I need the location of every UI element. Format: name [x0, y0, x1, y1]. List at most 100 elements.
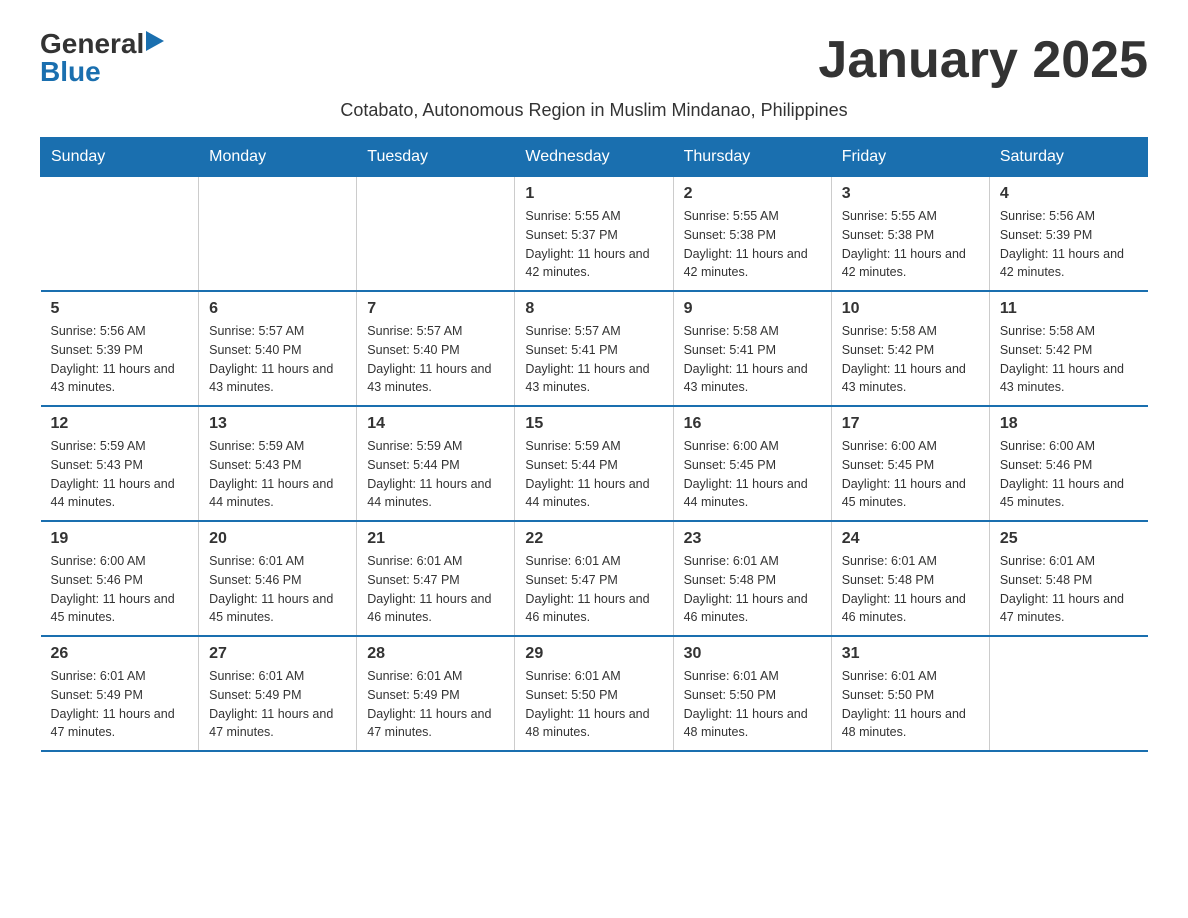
- day-info: Sunrise: 6:01 AMSunset: 5:46 PMDaylight:…: [209, 552, 346, 627]
- day-info: Sunrise: 6:01 AMSunset: 5:49 PMDaylight:…: [51, 667, 189, 742]
- day-number: 21: [367, 530, 504, 548]
- calendar-cell: 24Sunrise: 6:01 AMSunset: 5:48 PMDayligh…: [831, 521, 989, 636]
- calendar-cell: 16Sunrise: 6:00 AMSunset: 5:45 PMDayligh…: [673, 406, 831, 521]
- day-number: 23: [684, 530, 821, 548]
- day-number: 5: [51, 300, 189, 318]
- calendar-week-row: 12Sunrise: 5:59 AMSunset: 5:43 PMDayligh…: [41, 406, 1148, 521]
- day-number: 26: [51, 645, 189, 663]
- calendar-cell: [199, 177, 357, 292]
- day-number: 2: [684, 185, 821, 203]
- day-number: 29: [525, 645, 662, 663]
- logo-general: General: [40, 30, 144, 58]
- day-number: 17: [842, 415, 979, 433]
- day-number: 24: [842, 530, 979, 548]
- calendar-cell: 30 Sunrise: 6:01 AMSunset: 5:50 PMDayligh…: [673, 636, 831, 751]
- day-number: 18: [1000, 415, 1138, 433]
- calendar-cell: 2 Sunrise: 5:55 AMSunset: 5:38 PMDaylight…: [673, 177, 831, 292]
- day-number: 27: [209, 645, 346, 663]
- calendar-cell: 15Sunrise: 5:59 AMSunset: 5:44 PMDayligh…: [515, 406, 673, 521]
- month-title: January 2025: [818, 30, 1148, 90]
- calendar-header-row: SundayMondayTuesdayWednesdayThursdayFrid…: [41, 138, 1148, 177]
- day-number: 1: [525, 185, 662, 203]
- day-info: Sunrise: 6:01 AMSunset: 5:50 PMDaylight:…: [684, 667, 821, 742]
- day-number: 30: [684, 645, 821, 663]
- day-number: 9: [684, 300, 821, 318]
- day-info: Sunrise: 5:58 AMSunset: 5:42 PMDaylight:…: [842, 322, 979, 397]
- day-info: Sunrise: 6:01 AMSunset: 5:47 PMDaylight:…: [367, 552, 504, 627]
- header-day-tuesday: Tuesday: [357, 138, 515, 177]
- day-number: 22: [525, 530, 662, 548]
- day-info: Sunrise: 5:57 AMSunset: 5:40 PMDaylight:…: [209, 322, 346, 397]
- day-info: Sunrise: 6:01 AMSunset: 5:48 PMDaylight:…: [684, 552, 821, 627]
- calendar-cell: 27Sunrise: 6:01 AMSunset: 5:49 PMDayligh…: [199, 636, 357, 751]
- calendar-cell: 13Sunrise: 5:59 AMSunset: 5:43 PMDayligh…: [199, 406, 357, 521]
- day-number: 4: [1000, 185, 1138, 203]
- calendar-cell: 18 Sunrise: 6:00 AMSunset: 5:46 PMDayligh…: [989, 406, 1147, 521]
- calendar-cell: 21 Sunrise: 6:01 AMSunset: 5:47 PMDayligh…: [357, 521, 515, 636]
- day-info: Sunrise: 6:01 AMSunset: 5:47 PMDaylight:…: [525, 552, 662, 627]
- calendar-cell: 1Sunrise: 5:55 AMSunset: 5:37 PMDaylight…: [515, 177, 673, 292]
- calendar-cell: 9 Sunrise: 5:58 AMSunset: 5:41 PMDaylight…: [673, 291, 831, 406]
- day-info: Sunrise: 5:56 AMSunset: 5:39 PMDaylight:…: [51, 322, 189, 397]
- day-number: 31: [842, 645, 979, 663]
- calendar-cell: 31 Sunrise: 6:01 AMSunset: 5:50 PMDayligh…: [831, 636, 989, 751]
- calendar-cell: 19 Sunrise: 6:00 AMSunset: 5:46 PMDayligh…: [41, 521, 199, 636]
- day-number: 25: [1000, 530, 1138, 548]
- calendar-cell: [989, 636, 1147, 751]
- calendar-cell: [357, 177, 515, 292]
- day-info: Sunrise: 6:00 AMSunset: 5:46 PMDaylight:…: [1000, 437, 1138, 512]
- day-info: Sunrise: 6:00 AMSunset: 5:45 PMDaylight:…: [842, 437, 979, 512]
- day-number: 10: [842, 300, 979, 318]
- calendar-cell: 10 Sunrise: 5:58 AMSunset: 5:42 PMDayligh…: [831, 291, 989, 406]
- day-number: 11: [1000, 300, 1138, 318]
- subtitle: Cotabato, Autonomous Region in Muslim Mi…: [40, 100, 1148, 121]
- calendar-cell: [41, 177, 199, 292]
- calendar-week-row: 26 Sunrise: 6:01 AMSunset: 5:49 PMDayligh…: [41, 636, 1148, 751]
- day-info: Sunrise: 6:01 AMSunset: 5:48 PMDaylight:…: [1000, 552, 1138, 627]
- day-number: 8: [525, 300, 662, 318]
- day-number: 28: [367, 645, 504, 663]
- day-number: 20: [209, 530, 346, 548]
- calendar-cell: 11 Sunrise: 5:58 AMSunset: 5:42 PMDayligh…: [989, 291, 1147, 406]
- header-day-sunday: Sunday: [41, 138, 199, 177]
- calendar-week-row: 1Sunrise: 5:55 AMSunset: 5:37 PMDaylight…: [41, 177, 1148, 292]
- day-info: Sunrise: 5:59 AMSunset: 5:43 PMDaylight:…: [209, 437, 346, 512]
- day-info: Sunrise: 6:00 AMSunset: 5:46 PMDaylight:…: [51, 552, 189, 627]
- day-number: 19: [51, 530, 189, 548]
- day-number: 15: [525, 415, 662, 433]
- day-info: Sunrise: 5:57 AMSunset: 5:40 PMDaylight:…: [367, 322, 504, 397]
- day-number: 7: [367, 300, 504, 318]
- calendar-cell: 6 Sunrise: 5:57 AMSunset: 5:40 PMDaylight…: [199, 291, 357, 406]
- calendar-cell: 7 Sunrise: 5:57 AMSunset: 5:40 PMDaylight…: [357, 291, 515, 406]
- calendar-week-row: 5 Sunrise: 5:56 AMSunset: 5:39 PMDaylight…: [41, 291, 1148, 406]
- calendar-cell: 29Sunrise: 6:01 AMSunset: 5:50 PMDayligh…: [515, 636, 673, 751]
- calendar-cell: 3 Sunrise: 5:55 AMSunset: 5:38 PMDaylight…: [831, 177, 989, 292]
- header-day-thursday: Thursday: [673, 138, 831, 177]
- day-info: Sunrise: 5:59 AMSunset: 5:43 PMDaylight:…: [51, 437, 189, 512]
- header-day-saturday: Saturday: [989, 138, 1147, 177]
- calendar-cell: 5 Sunrise: 5:56 AMSunset: 5:39 PMDaylight…: [41, 291, 199, 406]
- calendar-cell: 4 Sunrise: 5:56 AMSunset: 5:39 PMDaylight…: [989, 177, 1147, 292]
- calendar-cell: 28 Sunrise: 6:01 AMSunset: 5:49 PMDayligh…: [357, 636, 515, 751]
- logo: General Blue: [40, 30, 164, 86]
- day-number: 16: [684, 415, 821, 433]
- day-number: 6: [209, 300, 346, 318]
- day-info: Sunrise: 5:59 AMSunset: 5:44 PMDaylight:…: [367, 437, 504, 512]
- day-info: Sunrise: 6:01 AMSunset: 5:50 PMDaylight:…: [842, 667, 979, 742]
- page-header: General Blue January 2025: [40, 30, 1148, 90]
- calendar-cell: 26 Sunrise: 6:01 AMSunset: 5:49 PMDayligh…: [41, 636, 199, 751]
- header-day-wednesday: Wednesday: [515, 138, 673, 177]
- day-info: Sunrise: 5:56 AMSunset: 5:39 PMDaylight:…: [1000, 207, 1138, 282]
- calendar-cell: 14Sunrise: 5:59 AMSunset: 5:44 PMDayligh…: [357, 406, 515, 521]
- day-info: Sunrise: 5:58 AMSunset: 5:41 PMDaylight:…: [684, 322, 821, 397]
- calendar-week-row: 19 Sunrise: 6:00 AMSunset: 5:46 PMDayligh…: [41, 521, 1148, 636]
- day-info: Sunrise: 5:55 AMSunset: 5:38 PMDaylight:…: [842, 207, 979, 282]
- logo-blue: Blue: [40, 56, 101, 87]
- day-info: Sunrise: 5:55 AMSunset: 5:38 PMDaylight:…: [684, 207, 821, 282]
- day-number: 3: [842, 185, 979, 203]
- day-info: Sunrise: 6:01 AMSunset: 5:49 PMDaylight:…: [367, 667, 504, 742]
- logo-arrow-icon: [146, 31, 164, 51]
- calendar-cell: 25 Sunrise: 6:01 AMSunset: 5:48 PMDayligh…: [989, 521, 1147, 636]
- day-info: Sunrise: 5:58 AMSunset: 5:42 PMDaylight:…: [1000, 322, 1138, 397]
- day-info: Sunrise: 5:57 AMSunset: 5:41 PMDaylight:…: [525, 322, 662, 397]
